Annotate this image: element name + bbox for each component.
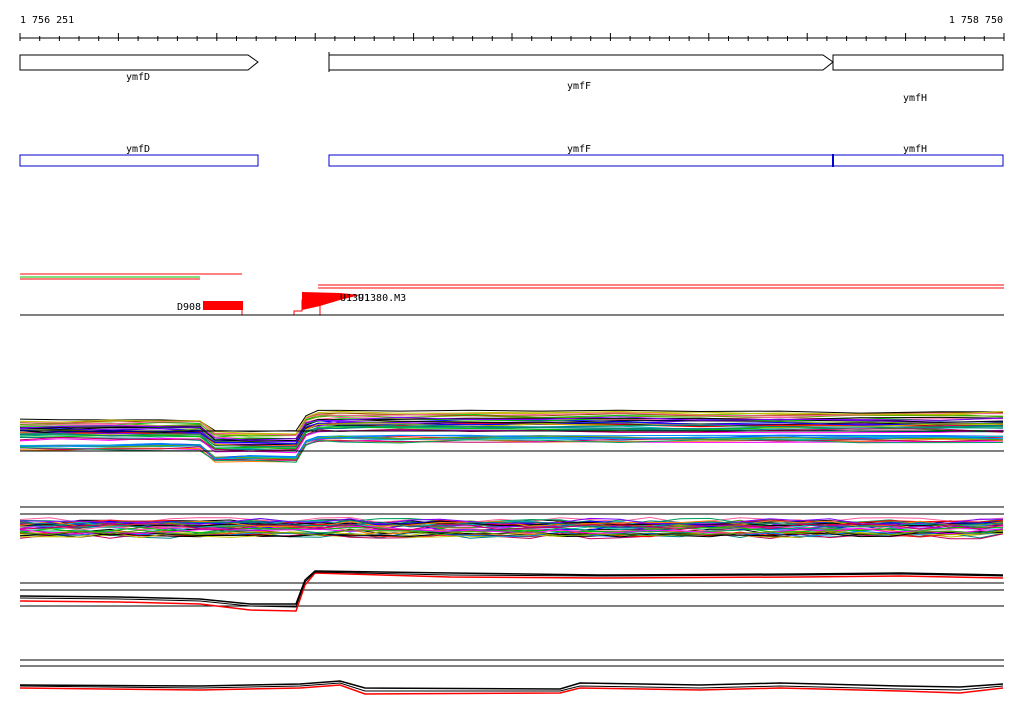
genome-tracks-canvas[interactable]: 1 756 251 1 758 750 ymfD ymfF ymfH ymfD … bbox=[0, 0, 1024, 714]
cds-label-ymfF: ymfF bbox=[567, 144, 591, 155]
expression-track-3 bbox=[19, 570, 1004, 612]
gene-label-ymfH: ymfH bbox=[903, 93, 927, 104]
expression-track-2 bbox=[19, 506, 1004, 540]
cds-track: ymfD ymfF ymfH bbox=[19, 144, 1004, 167]
gene-label-ymfD: ymfD bbox=[126, 72, 150, 83]
cds-box-ymfF[interactable] bbox=[328, 154, 834, 167]
cds-box-ymfD[interactable] bbox=[19, 154, 259, 167]
feature-label-u1380-m3: U1380.M3 bbox=[358, 293, 406, 304]
expression-track-4 bbox=[19, 659, 1004, 695]
gene-arrow-ymfD[interactable] bbox=[19, 54, 259, 71]
cds-label-ymfD: ymfD bbox=[126, 144, 150, 155]
expression-profiles-1 bbox=[19, 409, 1004, 463]
ruler-start-label: 1 756 251 bbox=[20, 15, 74, 26]
expression-profiles-2 bbox=[19, 516, 1004, 540]
gene-track: ymfD ymfF ymfH bbox=[19, 52, 1004, 104]
ruler-end-label: 1 758 750 bbox=[949, 15, 1003, 26]
ruler-ticks bbox=[19, 33, 1005, 41]
feature-block-d908[interactable] bbox=[203, 301, 243, 310]
coordinate-ruler: 1 756 251 1 758 750 bbox=[19, 15, 1005, 41]
track3-profile-red bbox=[19, 572, 1004, 612]
genome-browser-view[interactable]: 1 756 251 1 758 750 ymfD ymfF ymfH ymfD … bbox=[0, 0, 1024, 714]
expression-track-1 bbox=[19, 409, 1004, 463]
gene-label-ymfF: ymfF bbox=[567, 81, 591, 92]
cds-box-ymfH[interactable] bbox=[832, 154, 1004, 167]
cds-label-ymfH: ymfH bbox=[903, 144, 927, 155]
feature-track: D908 U1391 U1380.M3 bbox=[20, 273, 1004, 316]
feature-label-d908: D908 bbox=[177, 302, 201, 313]
gene-arrow-ymfF[interactable] bbox=[328, 54, 834, 71]
gene-arrow-ymfH[interactable] bbox=[832, 54, 1004, 71]
